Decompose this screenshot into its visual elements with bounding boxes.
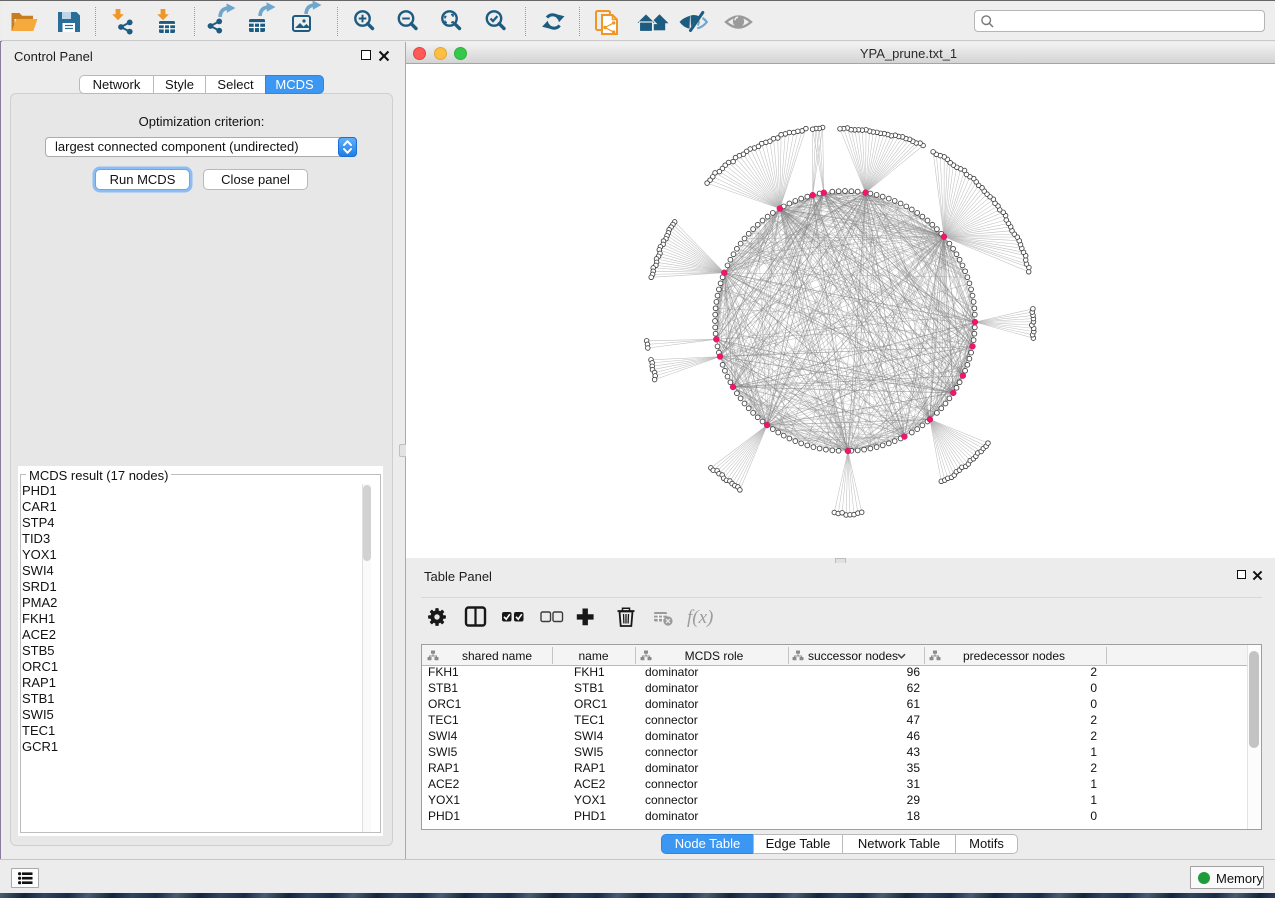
svg-text:f(x): f(x) (687, 607, 713, 628)
